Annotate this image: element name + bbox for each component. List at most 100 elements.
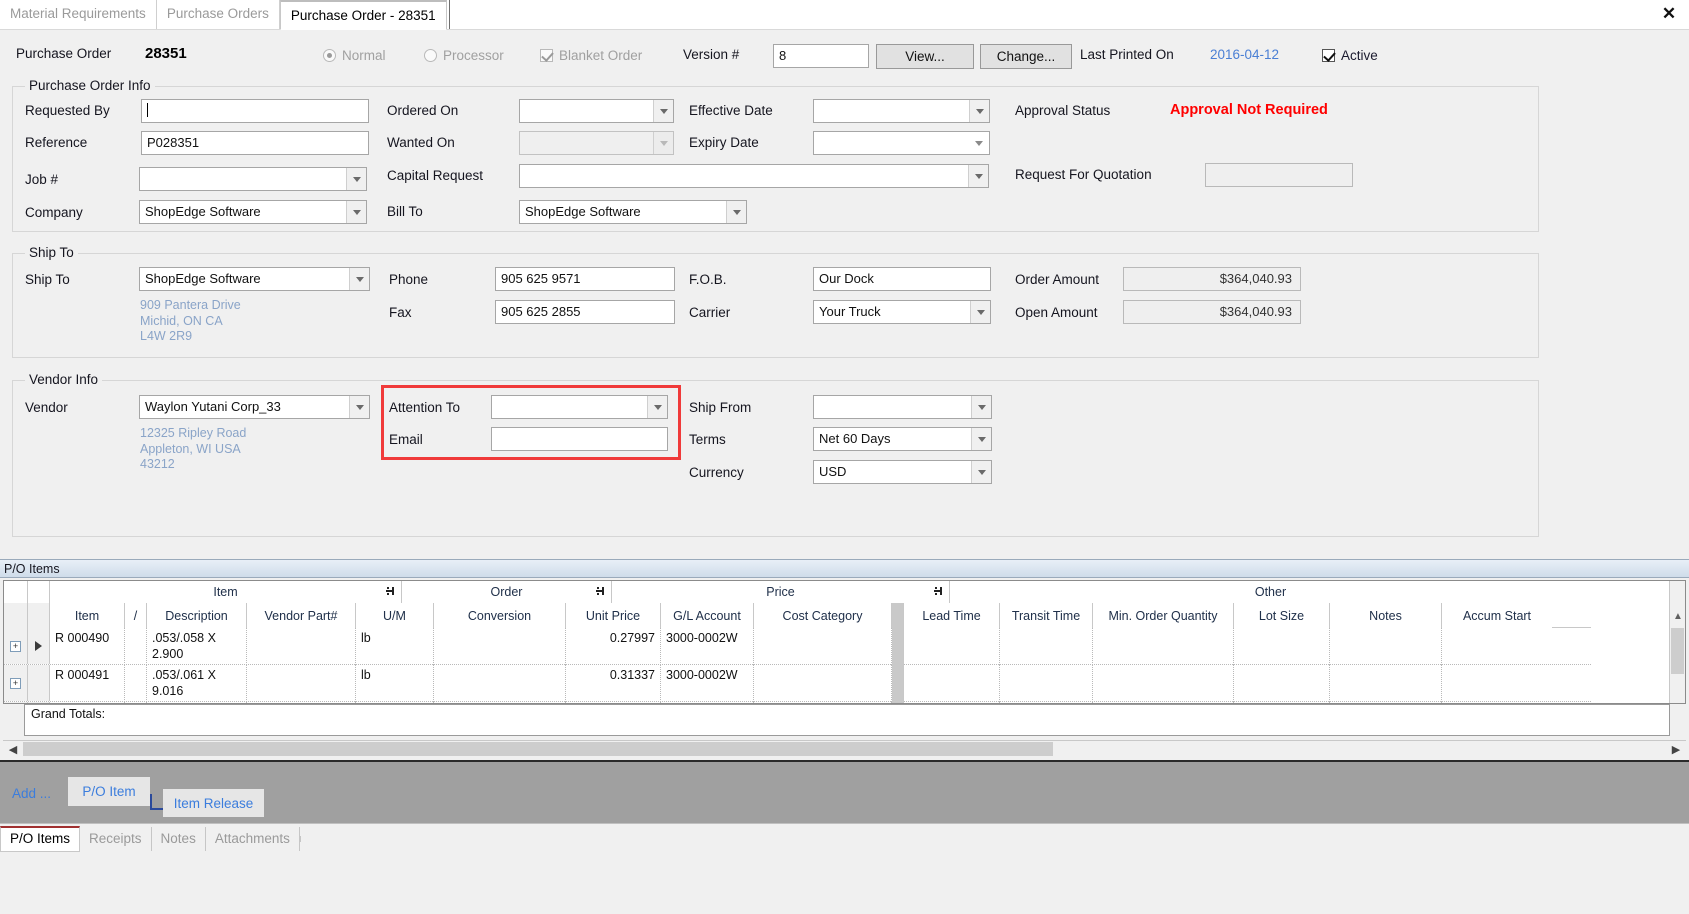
ship-from-select[interactable] <box>813 395 992 419</box>
grid-group-order[interactable]: Order <box>402 581 612 603</box>
chevron-down-icon[interactable] <box>346 201 366 223</box>
scroll-right-icon[interactable]: ▶ <box>1669 742 1683 756</box>
carrier-select[interactable]: Your Truck <box>813 300 991 324</box>
ship-to-title: Ship To <box>25 245 78 260</box>
col-hdr-notes[interactable]: Notes <box>1330 603 1442 628</box>
grid-group-other[interactable]: Other <box>950 581 1591 603</box>
company-select[interactable]: ShopEdge Software <box>139 200 367 224</box>
chevron-down-icon[interactable] <box>346 168 366 190</box>
job-number-select[interactable] <box>139 167 367 191</box>
radio-processor[interactable]: Processor <box>424 48 504 63</box>
col-hdr-min-order-quantity[interactable]: Min. Order Quantity <box>1093 603 1234 628</box>
expand-icon[interactable]: + <box>10 640 21 652</box>
pin-icon[interactable] <box>596 586 606 596</box>
currency-select[interactable]: USD <box>813 460 992 484</box>
bottom-tab-receipts[interactable]: Receipts <box>80 826 152 851</box>
radio-normal[interactable]: Normal <box>323 48 386 63</box>
po-items-grid[interactable]: Item Order Price Other Item / Descriptio… <box>3 580 1686 704</box>
col-hdr-conversion[interactable]: Conversion <box>434 603 566 628</box>
ship-to-select[interactable]: ShopEdge Software <box>139 267 370 291</box>
chevron-down-icon[interactable] <box>349 268 369 290</box>
cell-cost-category <box>754 665 892 702</box>
company-label: Company <box>25 205 83 220</box>
phone-input[interactable]: 905 625 9571 <box>495 267 675 291</box>
scroll-up-icon[interactable]: ▲ <box>1671 609 1685 624</box>
col-hdr-gl-account[interactable]: G/L Account <box>661 603 754 628</box>
grid-group-price[interactable]: Price <box>612 581 950 603</box>
reference-input[interactable]: P028351 <box>141 131 369 155</box>
row-expander-cell[interactable]: + <box>4 628 28 664</box>
ordered-on-select[interactable] <box>519 99 674 123</box>
col-hdr-accum-start[interactable]: Accum Start <box>1442 603 1552 628</box>
version-input[interactable]: 8 <box>773 44 869 68</box>
cell-min-order-quantity <box>1093 665 1234 702</box>
view-button[interactable]: View... <box>876 44 974 69</box>
col-splitter[interactable] <box>892 603 904 628</box>
grid-corner-cell-2 <box>28 581 50 603</box>
chevron-down-icon[interactable] <box>726 201 746 223</box>
vendor-select[interactable]: Waylon Yutani Corp_33 <box>139 395 370 419</box>
table-row[interactable]: + R 000491 .053/.061 X 9.016 COIL _491 l… <box>4 665 1591 702</box>
email-input[interactable] <box>491 427 668 451</box>
chevron-down-icon[interactable] <box>969 100 989 122</box>
chevron-down-icon[interactable] <box>970 301 990 323</box>
tab-material-requirements[interactable]: Material Requirements <box>0 0 157 29</box>
bottom-tab-attachments[interactable]: Attachments <box>206 826 300 851</box>
grid-vertical-scroll-thumb[interactable] <box>1671 628 1684 674</box>
chevron-down-icon[interactable] <box>968 165 988 187</box>
col-hdr-lead-time[interactable]: Lead Time <box>904 603 1000 628</box>
chevron-down-icon[interactable] <box>653 132 673 154</box>
fob-input[interactable]: Our Dock <box>813 267 991 291</box>
blanket-order-checkbox-indicator <box>540 49 553 62</box>
chevron-down-icon[interactable] <box>971 428 991 450</box>
terms-select[interactable]: Net 60 Days <box>813 427 992 451</box>
col-hdr-sort[interactable]: / <box>125 603 147 628</box>
bill-to-select[interactable]: ShopEdge Software <box>519 200 747 224</box>
blanket-order-label: Blanket Order <box>559 48 643 63</box>
pin-icon[interactable] <box>386 586 396 596</box>
scroll-left-icon[interactable]: ◀ <box>6 742 20 756</box>
add-item-release-button[interactable]: Item Release <box>163 789 264 817</box>
change-button[interactable]: Change... <box>980 44 1072 69</box>
pin-icon[interactable] <box>934 586 944 596</box>
tab-purchase-orders[interactable]: Purchase Orders <box>157 0 280 29</box>
col-hdr-vendor-part[interactable]: Vendor Part# <box>247 603 356 628</box>
col-hdr-description[interactable]: Description <box>147 603 247 628</box>
request-for-quotation-input[interactable] <box>1205 163 1353 187</box>
chevron-down-icon[interactable] <box>647 396 667 418</box>
bottom-tab-label: P/O Items <box>10 831 71 846</box>
add-link[interactable]: Add ... <box>12 786 51 801</box>
bottom-tab-po-items[interactable]: P/O Items <box>0 825 81 852</box>
tab-purchase-order-28351[interactable]: Purchase Order - 28351 <box>279 0 447 30</box>
col-hdr-lot-size[interactable]: Lot Size <box>1234 603 1330 628</box>
chevron-down-icon[interactable] <box>969 132 989 154</box>
grid-horizontal-scrollbar[interactable]: ◀ ▶ <box>3 740 1686 757</box>
bottom-tab-notes[interactable]: Notes <box>152 826 206 851</box>
col-hdr-transit-time[interactable]: Transit Time <box>1000 603 1093 628</box>
col-hdr-item[interactable]: Item <box>50 603 125 628</box>
grid-group-item[interactable]: Item <box>50 581 402 603</box>
chevron-down-icon[interactable] <box>971 396 991 418</box>
attention-to-select[interactable] <box>491 395 668 419</box>
checkbox-blanket-order[interactable]: Blanket Order <box>540 48 642 63</box>
close-icon[interactable]: ✕ <box>1657 2 1681 26</box>
capital-request-select[interactable] <box>519 164 989 188</box>
chevron-down-icon[interactable] <box>653 100 673 122</box>
wanted-on-select[interactable] <box>519 131 674 155</box>
col-hdr-cost-category[interactable]: Cost Category <box>754 603 892 628</box>
chevron-down-icon[interactable] <box>349 396 369 418</box>
col-hdr-um[interactable]: U/M <box>356 603 434 628</box>
expand-icon[interactable]: + <box>10 677 21 689</box>
requested-by-input[interactable] <box>141 99 369 123</box>
grid-horizontal-scroll-thumb[interactable] <box>23 742 1053 756</box>
grid-vertical-scrollbar[interactable]: ▲ <box>1669 581 1685 703</box>
expiry-date-select[interactable] <box>813 131 990 155</box>
checkbox-active[interactable]: Active <box>1322 48 1378 63</box>
row-expander-cell[interactable]: + <box>4 665 28 701</box>
col-hdr-unit-price[interactable]: Unit Price <box>566 603 661 628</box>
add-po-item-button[interactable]: P/O Item <box>68 777 150 806</box>
chevron-down-icon[interactable] <box>971 461 991 483</box>
fax-input[interactable]: 905 625 2855 <box>495 300 675 324</box>
effective-date-select[interactable] <box>813 99 990 123</box>
table-row[interactable]: + R 000490 .053/.058 X 2.900 COIL _490 l… <box>4 628 1591 665</box>
